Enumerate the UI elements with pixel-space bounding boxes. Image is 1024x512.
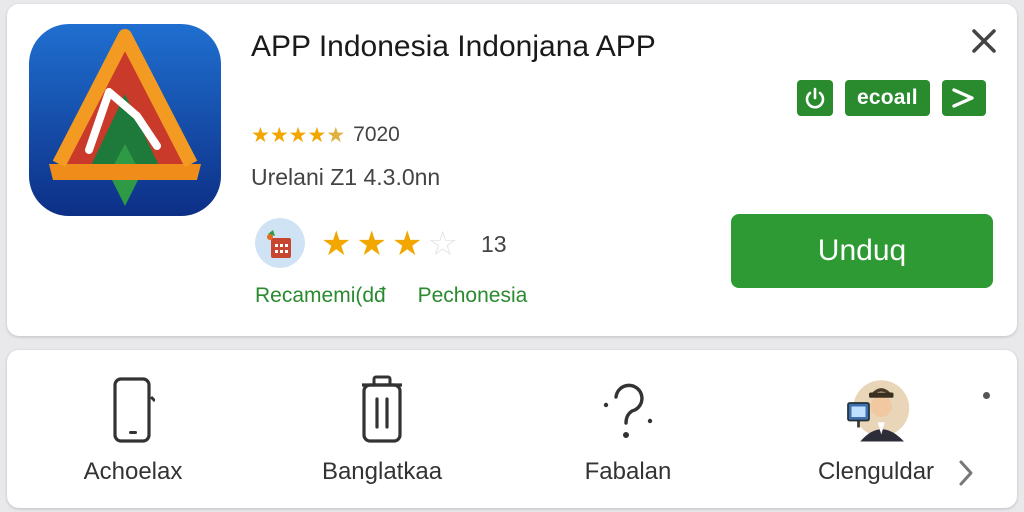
promo-line: Recamemi(dđ Pechonesia bbox=[255, 284, 527, 308]
close-button[interactable] bbox=[965, 22, 1003, 60]
star-filled-icon: ★ bbox=[356, 225, 387, 263]
support-agent-avatar-icon bbox=[847, 380, 910, 442]
trash-icon bbox=[362, 375, 402, 443]
badge-row: ecoaıl bbox=[797, 80, 986, 116]
power-icon bbox=[805, 87, 825, 109]
chevron-right-icon bbox=[959, 460, 973, 486]
power-badge[interactable] bbox=[797, 80, 833, 116]
feature-item-4[interactable]: Clenguldar bbox=[776, 350, 976, 508]
star-half-icon: ★ bbox=[326, 123, 346, 147]
feature-item-3[interactable]: Fabalan bbox=[528, 350, 728, 508]
features-card: Achoelax Banglatkaa Fabalan Clenguldar bbox=[7, 350, 1017, 508]
user-rating[interactable]: ★ ★ ★ ☆ 13 bbox=[321, 226, 507, 262]
star-filled-icon: ★ bbox=[307, 123, 327, 147]
help-question-icon bbox=[603, 383, 653, 438]
play-badge[interactable] bbox=[941, 80, 986, 116]
version-info: Urelani Z1 4.3.0nn bbox=[251, 164, 441, 190]
rating-count: 7020 bbox=[353, 123, 400, 146]
feature-label: Banglatkaa bbox=[321, 458, 443, 485]
developer-avatar[interactable] bbox=[255, 218, 305, 268]
feature-item-1[interactable]: Achoelax bbox=[33, 350, 233, 508]
play-arrow-icon bbox=[952, 88, 974, 108]
star-filled-icon: ★ bbox=[269, 123, 289, 147]
star-empty-icon: ☆ bbox=[427, 225, 458, 263]
install-button[interactable]: Unduq bbox=[731, 214, 993, 288]
feature-item-2[interactable]: Banglatkaa bbox=[282, 350, 482, 508]
star-filled-icon: ★ bbox=[321, 225, 352, 263]
promo-text-left: Recamemi(dđ bbox=[255, 284, 386, 307]
feature-label: Fabalan bbox=[584, 458, 672, 485]
feature-label: Clenguldar bbox=[817, 458, 935, 485]
app-logo-icon[interactable] bbox=[29, 24, 221, 216]
star-filled-icon: ★ bbox=[251, 123, 270, 147]
rating-summary: ★ ★ ★ ★ ★ 7020 bbox=[251, 120, 400, 150]
phone-icon bbox=[113, 377, 155, 443]
more-indicator bbox=[983, 392, 990, 399]
app-info-card: APP Indonesia Indonjana APP ★ ★ ★ ★ ★ 70… bbox=[7, 4, 1017, 336]
app-title: APP Indonesia Indonjana APP bbox=[251, 30, 656, 63]
next-button[interactable] bbox=[953, 456, 979, 490]
feature-label: Achoelax bbox=[83, 458, 183, 485]
label-badge[interactable]: ecoaıl bbox=[845, 80, 930, 116]
promo-text-right: Pechonesia bbox=[417, 284, 528, 307]
developer-avatar-icon bbox=[255, 218, 305, 268]
close-icon bbox=[972, 29, 996, 53]
star-filled-icon: ★ bbox=[288, 123, 308, 147]
review-count: 13 bbox=[480, 230, 507, 257]
star-half-icon: ★ bbox=[391, 225, 423, 263]
